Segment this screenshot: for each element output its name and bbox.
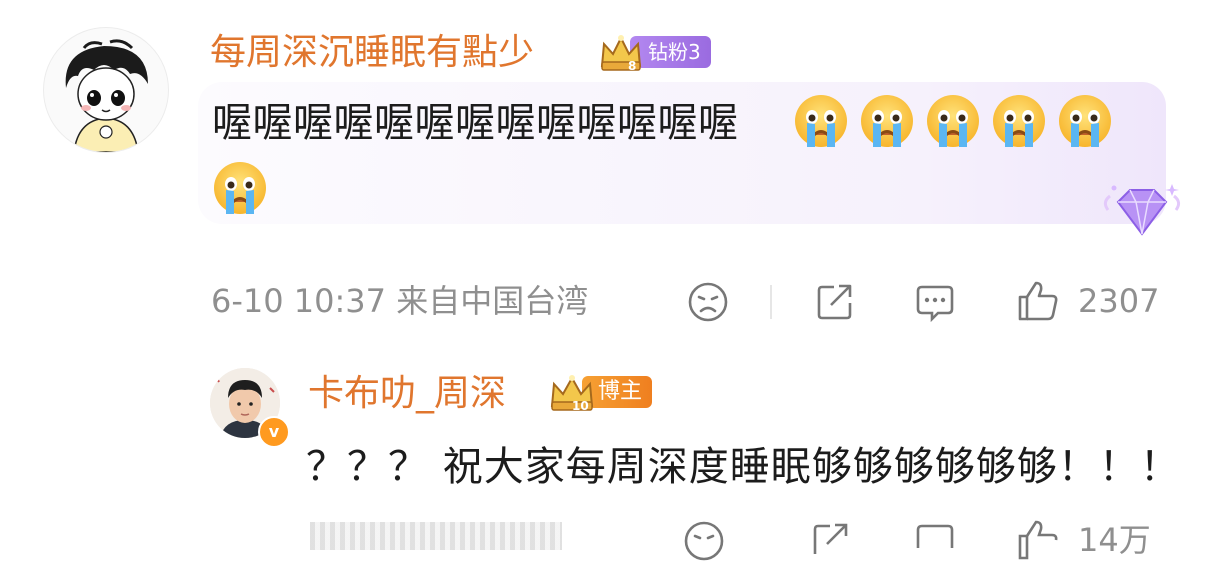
action-divider	[770, 285, 772, 319]
crying-face-icon	[793, 93, 849, 149]
crown-icon: 10	[550, 375, 594, 412]
like-count: 2307	[1078, 282, 1160, 320]
svg-text:8: 8	[628, 59, 636, 72]
reply-button[interactable]	[914, 281, 956, 323]
reply-meta-obscured	[310, 522, 562, 550]
crying-face-icon	[991, 93, 1047, 149]
thumbs-up-icon	[1018, 520, 1058, 560]
dislike-face-icon	[688, 282, 728, 322]
comment-time: 10:37	[293, 282, 387, 320]
comment-date: 6-10	[211, 282, 284, 320]
verified-badge-icon: v	[258, 416, 290, 448]
share-button[interactable]	[814, 281, 856, 323]
reply-like-count: 14万	[1078, 521, 1151, 559]
commenter-username[interactable]: 每周深沉睡眠有點少	[210, 30, 534, 76]
dislike-button[interactable]	[687, 281, 729, 323]
share-icon	[813, 523, 848, 554]
dislike-face-icon	[684, 521, 724, 561]
reply-dislike-button[interactable]	[683, 520, 725, 562]
crying-face-icon	[859, 93, 915, 149]
reply-text: ？？？ 祝大家每周深度睡眠够够够够够够！！！	[306, 444, 1181, 490]
crying-face-icon	[925, 93, 981, 149]
crying-face-icon	[212, 160, 268, 216]
reply-comment-button[interactable]	[914, 520, 956, 562]
thumbs-up-icon	[1018, 281, 1058, 321]
replier-username[interactable]: 卡布叻_周深	[308, 371, 506, 417]
emoji-group	[793, 93, 1113, 149]
svg-text:10: 10	[572, 399, 589, 412]
crying-face-icon	[1057, 93, 1113, 149]
share-icon	[817, 284, 852, 320]
crown-icon: 8	[600, 35, 642, 72]
comment-icon	[916, 285, 954, 323]
reply-like-button[interactable]: 14万	[1016, 518, 1151, 562]
comment-meta: 6-10 10:37 来自中国台湾	[211, 280, 588, 322]
diamond-fan-decoration-icon	[1103, 184, 1181, 236]
emoji-group-line2	[212, 160, 268, 216]
like-button[interactable]: 2307	[1016, 279, 1159, 323]
host-badge[interactable]: 10 博主	[548, 372, 653, 412]
comment-body: 喔喔喔喔喔喔喔喔喔喔喔喔喔	[212, 100, 739, 146]
comment-icon	[916, 524, 954, 548]
comment-location: 来自中国台湾	[396, 282, 589, 320]
commenter-avatar[interactable]	[43, 27, 169, 153]
fan-level-badge[interactable]: 8 钻粉3	[598, 32, 711, 72]
reply-share-button[interactable]	[810, 520, 852, 562]
